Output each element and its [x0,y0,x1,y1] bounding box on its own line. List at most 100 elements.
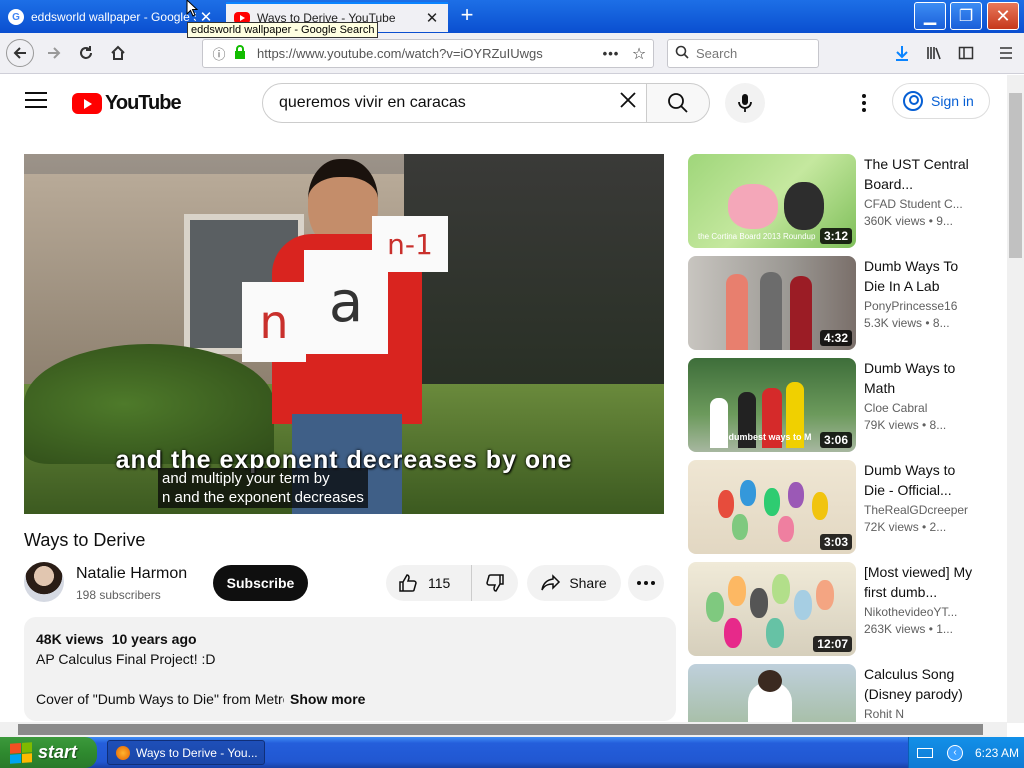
mouse-cursor-icon [186,0,199,17]
duration-badge: 4:32 [819,330,852,346]
library-icon [927,47,941,60]
search-icon [668,45,696,62]
paper-card-n: n [242,282,306,362]
clear-search-icon[interactable] [610,89,646,117]
recommendation-channel[interactable]: TheRealGDcreeper [864,503,974,517]
recommendation-title[interactable]: Dumb Ways To Die In A Lab [864,256,974,296]
bookmark-star-icon[interactable]: ☆ [625,44,653,64]
channel-avatar[interactable] [24,562,64,602]
recommendation-title[interactable]: Dumb Ways to Math [864,358,974,398]
thumbs-down-icon [486,574,504,592]
more-actions-button[interactable] [628,565,664,601]
sign-in-button[interactable]: Sign in [892,83,990,119]
dislike-button[interactable] [472,573,518,593]
keyboard-icon[interactable] [917,747,933,758]
recommendation-info: [Most viewed] My first dumb... Nikothevi… [864,562,974,636]
video-thumbnail[interactable] [688,664,856,722]
video-thumbnail[interactable]: 12:07 [688,562,856,656]
recommendation-item[interactable]: 3:03 Dumb Ways to Die - Official... TheR… [688,460,988,554]
firefox-icon [116,745,130,760]
like-button[interactable]: 115 [386,565,472,601]
close-window-button[interactable]: ✕ [987,2,1019,30]
back-button[interactable] [6,39,34,67]
settings-kebab-icon[interactable] [852,91,876,115]
new-tab-button[interactable]: + [455,4,479,28]
youtube-logo[interactable]: YouTube [72,92,182,115]
thumb-figure [760,272,782,350]
info-icon[interactable]: ⓘ [207,44,231,63]
browser-search-field[interactable]: Search [667,39,819,68]
thumb-figure [790,276,812,350]
youtube-search-button[interactable] [646,83,710,123]
page-actions-icon[interactable]: ••• [597,46,625,61]
sidebar-button[interactable] [954,41,978,65]
thumb-figure [784,182,824,230]
recommendation-meta: 72K views • 2... [864,520,947,534]
vertical-scrollbar[interactable] [1007,75,1024,723]
recommendation-title[interactable]: Dumb Ways to Die - Official... [864,460,974,500]
home-button[interactable] [104,39,132,67]
scrollbar-thumb[interactable] [1009,93,1022,258]
tray-expand-icon[interactable]: ‹ [947,744,963,761]
search-query[interactable]: queremos vivir en caracas [279,94,610,112]
duration-badge: 3:06 [819,432,852,448]
system-tray: ‹ 6:23 AM [908,737,1024,768]
recommendation-item[interactable]: The dumbest ways to M 3:06 Dumb Ways to … [688,358,988,452]
share-arrow-icon [541,574,561,591]
url-text[interactable]: https://www.youtube.com/watch?v=iOYRZuIU… [249,46,597,61]
video-thumbnail[interactable]: The dumbest ways to M 3:06 [688,358,856,452]
recommendation-item[interactable]: Calculus Song (Disney parody) Rohit N [688,664,988,722]
taskbar-window-button[interactable]: Ways to Derive - You... [107,740,265,765]
account-icon [903,91,923,111]
video-thumbnail[interactable]: the Cortina Board 2013 Roundup 3:12 [688,154,856,248]
view-count: 48K views [36,631,104,647]
scrollbar-thumb[interactable] [18,724,983,735]
channel-name[interactable]: Natalie Harmon [76,565,187,583]
video-thumbnail[interactable]: 3:03 [688,460,856,554]
description-box[interactable]: 48K views 10 years ago AP Calculus Final … [24,617,676,721]
start-button[interactable]: start [0,737,97,768]
address-bar[interactable]: ⓘ https://www.youtube.com/watch?v=iOYRZu… [202,39,654,68]
library-button[interactable] [922,41,946,65]
youtube-wordmark: YouTube [105,92,182,114]
video-player[interactable]: n a n-1 and the exponent decreases by on… [24,154,664,514]
menu-button[interactable] [994,41,1018,65]
share-button[interactable]: Share [527,565,621,601]
thumb-figure [726,274,748,350]
youtube-search-input[interactable]: queremos vivir en caracas [262,83,647,123]
thumb-figure [758,670,782,692]
recommendation-title[interactable]: [Most viewed] My first dumb... [864,562,974,602]
recommendation-channel[interactable]: NikothevideoYT... [864,605,974,619]
duration-badge: 3:03 [819,534,852,550]
recommendation-item[interactable]: the Cortina Board 2013 Roundup 3:12 The … [688,154,988,248]
downloads-button[interactable] [890,41,914,65]
forward-button[interactable] [40,39,68,67]
recommendation-meta: 5.3K views • 8... [864,316,950,330]
thumb-figure [706,592,724,622]
video-thumbnail[interactable]: 4:32 [688,256,856,350]
voice-search-button[interactable] [725,83,765,123]
search-icon [668,93,688,113]
youtube-masthead: YouTube queremos vivir en caracas Sign i… [0,75,1007,131]
recommendation-item[interactable]: 4:32 Dumb Ways To Die In A Lab PonyPrinc… [688,256,988,350]
horizontal-scrollbar[interactable] [0,722,1007,737]
subscribe-button[interactable]: Subscribe [213,565,308,601]
recommendation-channel[interactable]: Cloe Cabral [864,401,974,415]
lock-icon[interactable] [231,45,249,62]
maximize-button[interactable]: ❐ [950,2,982,30]
recommendation-channel[interactable]: CFAD Student C... [864,197,974,211]
thumbs-up-icon [399,574,417,592]
caption-line: and multiply your term by [162,470,330,487]
recommendation-title[interactable]: The UST Central Board... [864,154,974,194]
close-tab-icon[interactable]: ✕ [422,9,442,27]
minimize-button[interactable]: ▁ [914,2,946,30]
reload-button[interactable] [72,39,100,67]
recommendation-item[interactable]: 12:07 [Most viewed] My first dumb... Nik… [688,562,988,656]
show-more-button[interactable]: Show more [290,689,365,709]
recommendation-channel[interactable]: Rohit N [864,707,974,721]
recommendation-channel[interactable]: PonyPrincesse16 [864,299,974,313]
recommendation-title[interactable]: Calculus Song (Disney parody) [864,664,974,704]
thumb-caption: The dumbest ways to M [710,432,812,442]
guide-menu-icon[interactable] [25,92,47,110]
arrow-left-icon [13,47,26,59]
